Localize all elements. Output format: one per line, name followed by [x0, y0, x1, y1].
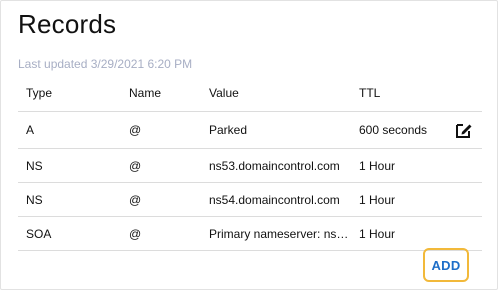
cell-ttl: 1 Hour	[351, 182, 437, 217]
cell-name: @	[121, 111, 201, 149]
cell-ttl: 1 Hour	[351, 216, 437, 251]
cell-value: ns54.domaincontrol.com	[201, 182, 351, 217]
column-header-actions	[437, 75, 482, 112]
column-header-name: Name	[121, 75, 201, 112]
cell-actions	[437, 148, 482, 183]
add-record-button[interactable]: ADD	[431, 258, 460, 273]
records-table: Type Name Value TTL A @ Parked 600 secon…	[18, 75, 482, 251]
table-header-row: Type Name Value TTL	[18, 75, 482, 112]
column-header-type: Type	[18, 75, 121, 112]
cell-name: @	[121, 182, 201, 217]
cell-type: NS	[18, 182, 121, 217]
cell-name: @	[121, 148, 201, 183]
table-row: A @ Parked 600 seconds	[18, 111, 482, 149]
add-button-focus-ring: ADD	[423, 248, 469, 282]
column-header-value: Value	[201, 75, 351, 112]
cell-value: Parked	[201, 111, 351, 149]
page-title: Records	[18, 9, 117, 39]
cell-actions	[437, 182, 482, 217]
cell-type: SOA	[18, 216, 121, 251]
cell-actions	[437, 111, 482, 149]
table-row: NS @ ns53.domaincontrol.com 1 Hour	[18, 148, 482, 183]
cell-ttl: 600 seconds	[351, 111, 437, 149]
cell-name: @	[121, 216, 201, 251]
cell-type: A	[18, 111, 121, 149]
cell-ttl: 1 Hour	[351, 148, 437, 183]
cell-actions	[437, 216, 482, 251]
edit-pencil-icon[interactable]	[454, 120, 474, 140]
cell-value: ns53.domaincontrol.com	[201, 148, 351, 183]
last-updated-text: Last updated 3/29/2021 6:20 PM	[18, 57, 193, 71]
records-card: Records Last updated 3/29/2021 6:20 PM T…	[0, 0, 498, 290]
table-row: NS @ ns54.domaincontrol.com 1 Hour	[18, 182, 482, 217]
cell-type: NS	[18, 148, 121, 183]
cell-value: Primary nameserver: ns5...	[201, 216, 351, 251]
column-header-ttl: TTL	[351, 75, 437, 112]
table-row: SOA @ Primary nameserver: ns5... 1 Hour	[18, 216, 482, 251]
